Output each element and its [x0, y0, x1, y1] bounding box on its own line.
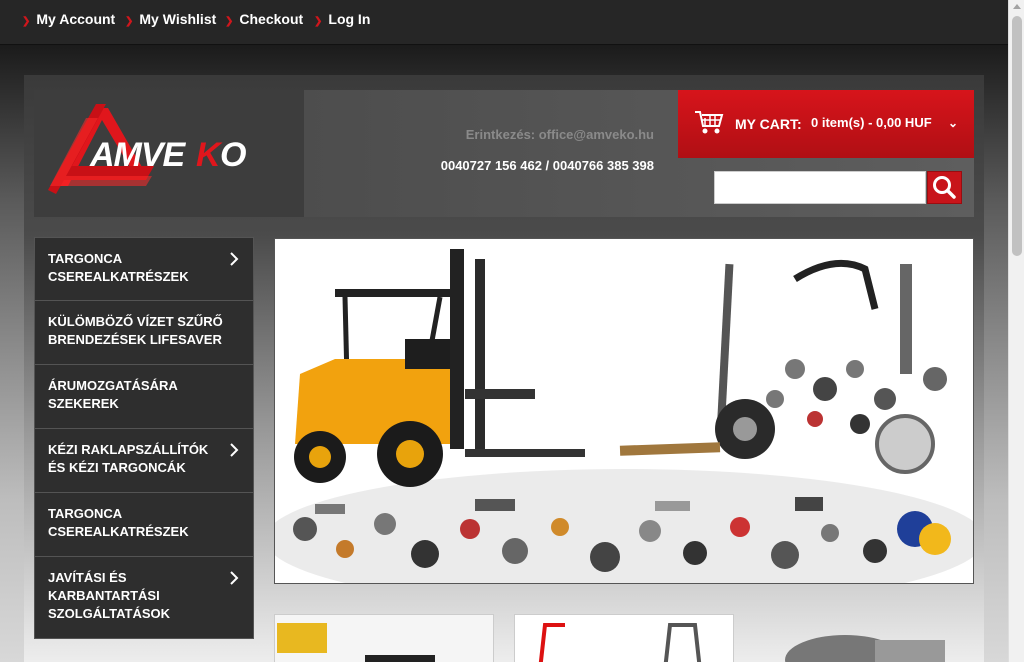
page-container: AMVE K O Erintkezés: office@amveko.hu 00…	[24, 75, 984, 662]
chevron-right-icon	[230, 571, 239, 585]
chevron-down-icon: ⌄	[948, 116, 959, 130]
search-icon	[933, 176, 956, 199]
category-item[interactable]: JAVÍTÁSI ÉS KARBANTARTÁSI SZOLGÁLTATÁSOK	[34, 557, 254, 639]
cart-label: MY CART:	[735, 116, 802, 132]
hero-banner-image[interactable]	[274, 238, 974, 584]
category-label: TARGONCA CSEREALKATRÉSZEK	[48, 251, 189, 284]
category-item[interactable]: TARGONCA CSEREALKATRÉSZEK	[34, 493, 254, 557]
category-label: KÉZI RAKLAPSZÁLLÍTÓK ÉS KÉZI TARGONCÁK	[48, 442, 209, 475]
svg-text:AMVE: AMVE	[89, 136, 187, 174]
scroll-thumb[interactable]	[1012, 16, 1022, 256]
search-input[interactable]	[714, 171, 926, 204]
log-in-link[interactable]: ❯ Log In	[314, 11, 370, 27]
product-image	[275, 615, 493, 662]
chevron-right-icon: ❯	[314, 16, 323, 27]
logo-link[interactable]: AMVE K O	[34, 90, 304, 217]
category-label: ÁRUMOZGATÁSÁRA SZEKEREK	[48, 378, 178, 411]
chevron-right-icon: ❯	[125, 16, 134, 27]
product-image	[515, 615, 733, 662]
svg-text:K: K	[196, 136, 223, 174]
site-header: AMVE K O Erintkezés: office@amveko.hu 00…	[34, 90, 974, 217]
search-button[interactable]	[927, 171, 962, 204]
product-thumbnail[interactable]	[274, 614, 494, 662]
contact-phone: 0040727 156 462 / 0040766 385 398	[440, 158, 654, 173]
my-wishlist-link[interactable]: ❯ My Wishlist	[125, 11, 216, 27]
category-item[interactable]: ÁRUMOZGATÁSÁRA SZEKEREK	[34, 365, 254, 429]
scroll-up-icon[interactable]	[1013, 4, 1021, 9]
product-thumbnail[interactable]	[514, 614, 734, 662]
category-item[interactable]: TARGONCA CSEREALKATRÉSZEK	[34, 237, 254, 301]
category-item[interactable]: KÉZI RAKLAPSZÁLLÍTÓK ÉS KÉZI TARGONCÁK	[34, 429, 254, 493]
shopping-cart-icon	[695, 111, 724, 134]
category-label: TARGONCA CSEREALKATRÉSZEK	[48, 506, 189, 539]
cart-button[interactable]: MY CART: 0 item(s) - 0,00 HUF ⌄	[678, 90, 974, 158]
cart-summary: 0 item(s) - 0,00 HUF	[811, 115, 932, 130]
category-label: KÜLÖMBÖZŐ VÍZET SZŰRŐ BRENDEZÉSEK LIFESA…	[48, 314, 223, 347]
category-label: JAVÍTÁSI ÉS KARBANTARTÁSI SZOLGÁLTATÁSOK	[48, 570, 171, 621]
my-account-link[interactable]: ❯ My Account	[22, 11, 115, 27]
amveko-logo: AMVE K O	[48, 104, 246, 194]
forklift-parts-illustration	[275, 249, 973, 583]
page-scrollbar[interactable]	[1008, 0, 1024, 662]
chevron-right-icon	[230, 252, 239, 266]
product-thumbnail[interactable]	[754, 614, 974, 662]
top-navigation-bar: ❯ My Account ❯ My Wishlist ❯ Checkout ❯ Log …	[0, 0, 1008, 45]
chevron-right-icon	[230, 443, 239, 457]
product-image	[785, 635, 945, 662]
category-sidebar: TARGONCA CSEREALKATRÉSZEK KÜLÖMBÖZŐ VÍZE…	[34, 237, 254, 639]
checkout-link[interactable]: ❯ Checkout	[225, 11, 303, 27]
svg-text:O: O	[220, 136, 246, 174]
category-item[interactable]: KÜLÖMBÖZŐ VÍZET SZŰRŐ BRENDEZÉSEK LIFESA…	[34, 301, 254, 365]
chevron-right-icon: ❯	[225, 16, 234, 27]
chevron-right-icon: ❯	[22, 16, 31, 27]
contact-email: Erintkezés: office@amveko.hu	[465, 127, 654, 142]
